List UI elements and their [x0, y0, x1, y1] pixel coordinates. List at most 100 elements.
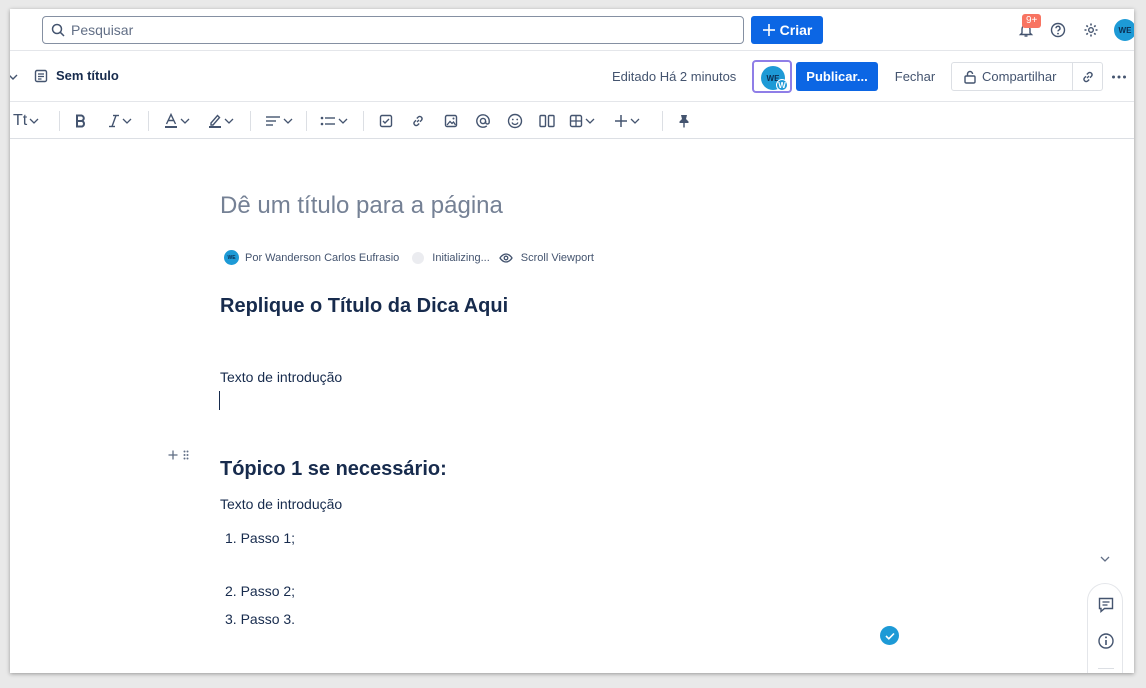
collaborator-avatars[interactable]: WE W — [752, 60, 792, 93]
intro-paragraph[interactable]: Texto de introdução — [220, 496, 342, 512]
side-panel — [1087, 583, 1123, 673]
editor-content: Dê um título para a página WE Por Wander… — [10, 140, 1134, 673]
check-icon[interactable] — [880, 626, 899, 645]
chevron-down-icon — [585, 118, 595, 124]
chevron-down-icon — [122, 118, 132, 124]
plus-icon[interactable] — [168, 450, 178, 460]
text-color-dropdown[interactable] — [164, 103, 190, 139]
help-button[interactable] — [1048, 20, 1068, 40]
unlock-icon — [964, 70, 976, 84]
more-options-icon[interactable] — [1111, 69, 1127, 85]
text-cursor — [219, 391, 220, 410]
block-handle[interactable] — [168, 450, 189, 460]
link-icon — [1082, 71, 1093, 82]
chevron-down-icon — [29, 118, 39, 124]
toolbar-divider — [306, 111, 307, 131]
search-input[interactable]: Pesquisar — [42, 16, 744, 44]
table-icon — [569, 114, 583, 128]
image-button[interactable] — [444, 103, 458, 139]
page-icon — [34, 69, 48, 82]
toolbar-divider — [250, 111, 251, 131]
byline: WE Por Wanderson Carlos Eufrasio Initial… — [224, 250, 594, 265]
plus-icon — [615, 115, 627, 127]
gear-icon — [1084, 23, 1098, 37]
toolbar-divider — [148, 111, 149, 131]
author-avatar: WE — [224, 250, 239, 265]
side-panel-divider — [1098, 668, 1114, 669]
insert-dropdown[interactable] — [614, 103, 640, 139]
checkbox-icon — [379, 114, 393, 128]
align-left-icon — [266, 116, 280, 126]
editor-toolbar: Tt — [10, 103, 1134, 139]
page-name-label: Sem título — [56, 68, 119, 83]
info-icon — [1098, 633, 1114, 649]
table-dropdown[interactable] — [569, 103, 595, 139]
editor-header: Sem título Editado Há 2 minutos WE W Pub… — [10, 52, 1134, 102]
intro-paragraph[interactable]: Texto de introdução — [220, 369, 342, 385]
details-button[interactable] — [1097, 632, 1115, 650]
page-name[interactable]: Sem título — [34, 68, 119, 83]
italic-dropdown[interactable] — [108, 103, 132, 139]
share-label: Compartilhar — [982, 69, 1057, 84]
text-style-dropdown[interactable]: Tt — [13, 103, 39, 139]
text-color-icon — [165, 113, 177, 128]
emoji-icon — [507, 113, 523, 129]
byline-status: Initializing... — [432, 251, 490, 264]
top-navigation: Pesquisar Criar 9+ WE — [10, 9, 1134, 51]
notifications-badge: 9+ — [1022, 14, 1042, 28]
highlight-icon — [209, 114, 221, 128]
list-item[interactable]: 2. Passo 2; — [225, 583, 295, 599]
list-item[interactable]: 1. Passo 1; — [225, 530, 295, 546]
user-avatar[interactable]: WE — [1114, 19, 1134, 41]
highlight-dropdown[interactable] — [208, 103, 234, 139]
bold-button[interactable] — [75, 103, 87, 139]
publish-button[interactable]: Publicar... — [796, 62, 878, 91]
help-icon — [1050, 22, 1066, 38]
mention-button[interactable] — [475, 103, 491, 139]
create-button[interactable]: Criar — [751, 16, 823, 44]
list-item[interactable]: 3. Passo 3. — [225, 611, 295, 627]
heading-topic[interactable]: Tópico 1 se necessário: — [220, 458, 447, 481]
link-button[interactable] — [411, 103, 425, 139]
edited-status: Editado Há 2 minutos — [612, 69, 737, 84]
create-label: Criar — [779, 22, 813, 38]
toolbar-divider — [662, 111, 663, 131]
page-title-input[interactable]: Dê um título para a página — [220, 192, 503, 220]
share-group: Compartilhar — [951, 62, 1103, 91]
chevron-down-icon[interactable] — [1100, 555, 1110, 563]
copy-link-button[interactable] — [1073, 63, 1102, 90]
search-placeholder: Pesquisar — [71, 22, 134, 38]
settings-button[interactable] — [1081, 20, 1101, 40]
list-dropdown[interactable] — [320, 103, 348, 139]
image-icon — [444, 114, 458, 128]
comments-button[interactable] — [1097, 596, 1115, 614]
pin-icon — [679, 115, 689, 128]
comment-icon — [1098, 597, 1114, 614]
chevron-down-icon — [180, 118, 190, 124]
alignment-dropdown[interactable] — [265, 103, 293, 139]
bullet-list-icon — [320, 116, 335, 126]
text-style-label: Tt — [13, 112, 28, 129]
pin-toolbar-button[interactable] — [678, 103, 690, 139]
collaborator-badge: W — [776, 79, 788, 91]
columns-icon — [539, 114, 555, 128]
task-button[interactable] — [379, 103, 393, 139]
search-icon — [51, 23, 65, 37]
chevron-down-icon[interactable] — [10, 73, 18, 81]
status-dot-icon — [412, 251, 425, 264]
layouts-button[interactable] — [539, 103, 555, 139]
byline-app[interactable]: Scroll Viewport — [521, 252, 594, 264]
chevron-down-icon — [630, 118, 640, 124]
italic-icon — [109, 114, 119, 128]
bold-icon — [76, 114, 85, 128]
drag-handle-icon[interactable] — [183, 450, 189, 460]
close-button[interactable]: Fechar — [884, 62, 946, 91]
emoji-button[interactable] — [507, 103, 523, 139]
at-icon — [476, 114, 490, 128]
share-button[interactable]: Compartilhar — [952, 63, 1074, 90]
toolbar-divider — [59, 111, 60, 131]
heading-main[interactable]: Replique o Título da Dica Aqui — [220, 295, 508, 318]
chevron-down-icon — [338, 118, 348, 124]
link-icon — [413, 115, 423, 127]
app-window: Pesquisar Criar 9+ WE Sem título Editado… — [10, 9, 1134, 673]
